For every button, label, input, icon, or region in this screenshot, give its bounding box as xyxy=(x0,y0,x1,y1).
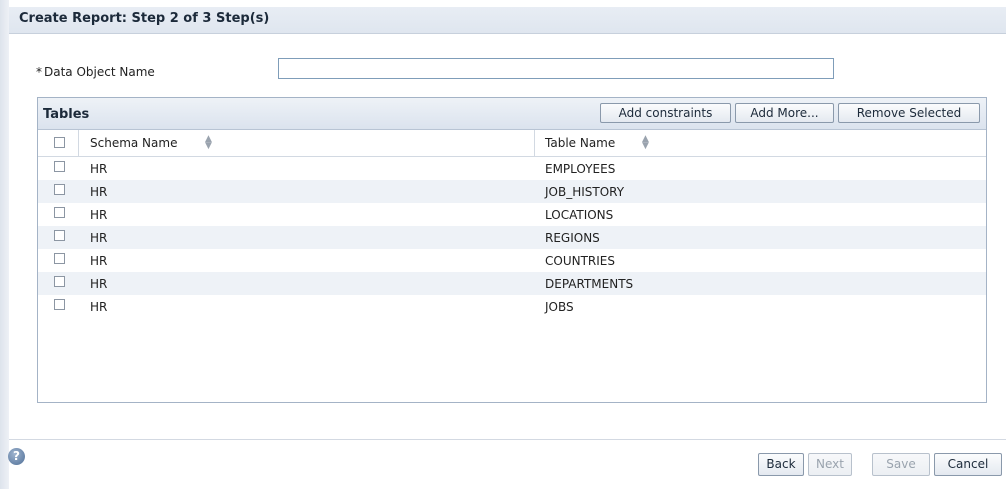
schema-cell: HR xyxy=(90,231,108,245)
back-button[interactable]: Back xyxy=(758,453,804,476)
table-cell: REGIONS xyxy=(545,231,600,245)
table-row[interactable]: HR EMPLOYEES xyxy=(38,157,986,180)
column-divider xyxy=(78,130,79,156)
row-checkbox[interactable] xyxy=(54,184,65,195)
table-cell: LOCATIONS xyxy=(545,208,614,222)
remove-selected-button[interactable]: Remove Selected xyxy=(838,103,980,123)
add-constraints-button[interactable]: Add constraints xyxy=(600,103,731,123)
dialog-title-bar: Create Report: Step 2 of 3 Step(s) xyxy=(9,7,1006,34)
data-object-name-input[interactable] xyxy=(278,58,834,79)
add-more-button[interactable]: Add More... xyxy=(735,103,834,123)
tables-panel-header: Tables Add constraints Add More... Remov… xyxy=(38,98,986,130)
table-cell: JOBS xyxy=(545,300,574,314)
schema-name-header[interactable]: Schema Name xyxy=(90,136,177,150)
select-all-checkbox[interactable] xyxy=(54,137,65,148)
column-divider xyxy=(534,130,535,156)
schema-cell: HR xyxy=(90,300,108,314)
table-name-header[interactable]: Table Name xyxy=(545,136,615,150)
required-marker: * xyxy=(36,65,42,79)
row-checkbox[interactable] xyxy=(54,253,65,264)
table-row[interactable]: HR JOBS xyxy=(38,295,986,318)
next-button[interactable]: Next xyxy=(808,453,852,476)
sort-icon[interactable]: ▲ ▼ xyxy=(205,135,212,151)
left-edge-strip xyxy=(0,0,9,489)
dialog-title: Create Report: Step 2 of 3 Step(s) xyxy=(19,11,270,26)
table-cell: EMPLOYEES xyxy=(545,162,616,176)
table-row[interactable]: HR COUNTRIES xyxy=(38,249,986,272)
row-checkbox[interactable] xyxy=(54,207,65,218)
row-checkbox[interactable] xyxy=(54,161,65,172)
schema-cell: HR xyxy=(90,162,108,176)
table-cell: JOB_HISTORY xyxy=(545,185,625,199)
sort-icon[interactable]: ▲ ▼ xyxy=(642,135,649,151)
save-button[interactable]: Save xyxy=(872,453,930,476)
schema-cell: HR xyxy=(90,185,108,199)
tables-panel-title: Tables xyxy=(43,107,90,122)
cancel-button[interactable]: Cancel xyxy=(934,453,1002,476)
tables-panel: Tables Add constraints Add More... Remov… xyxy=(37,97,987,403)
schema-cell: HR xyxy=(90,208,108,222)
data-object-name-label-text: Data Object Name xyxy=(44,65,155,79)
table-row[interactable]: HR DEPARTMENTS xyxy=(38,272,986,295)
schema-cell: HR xyxy=(90,277,108,291)
table-row[interactable]: HR JOB_HISTORY xyxy=(38,180,986,203)
table-row[interactable]: HR LOCATIONS xyxy=(38,203,986,226)
row-checkbox[interactable] xyxy=(54,230,65,241)
create-report-dialog: Create Report: Step 2 of 3 Step(s) * Data… xyxy=(8,7,1006,489)
footer-divider xyxy=(9,439,1006,440)
table-cell: DEPARTMENTS xyxy=(545,277,634,291)
table-cell: COUNTRIES xyxy=(545,254,615,268)
table-row[interactable]: HR REGIONS xyxy=(38,226,986,249)
tables-grid-header: Schema Name ▲ ▼ Table Name ▲ ▼ xyxy=(38,130,986,157)
help-icon[interactable]: ? xyxy=(8,448,25,465)
data-object-name-label: * Data Object Name xyxy=(36,65,155,79)
row-checkbox[interactable] xyxy=(54,299,65,310)
schema-cell: HR xyxy=(90,254,108,268)
row-checkbox[interactable] xyxy=(54,276,65,287)
